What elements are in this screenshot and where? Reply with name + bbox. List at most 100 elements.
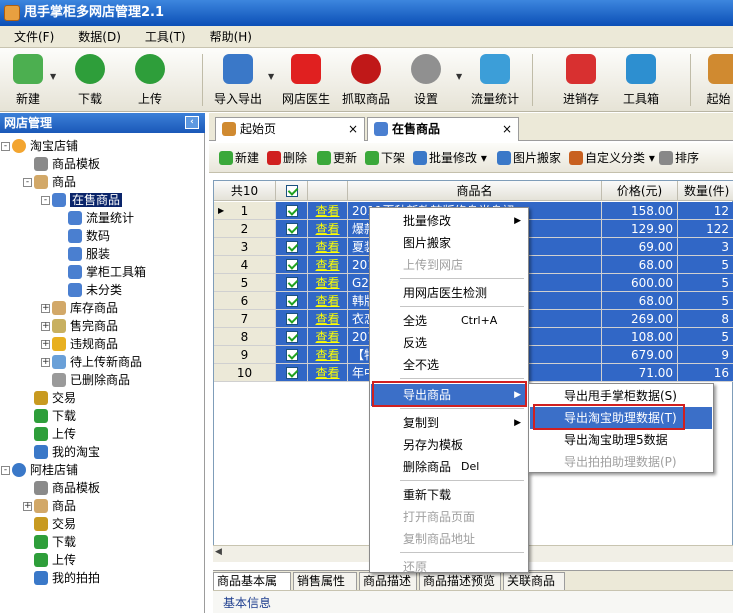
- new-dropdown-icon[interactable]: ▼: [50, 72, 56, 81]
- row-checkbox[interactable]: [285, 241, 298, 253]
- select-all-checkbox[interactable]: [285, 185, 298, 197]
- tab-basic-props[interactable]: 商品基本属性: [213, 572, 291, 605]
- select-all-header[interactable]: [276, 181, 308, 201]
- new-button[interactable]: 新建: [8, 52, 48, 110]
- home-button[interactable]: 起始: [704, 52, 733, 110]
- price-header[interactable]: 价格(元): [602, 181, 678, 201]
- tree-item[interactable]: 交易: [34, 389, 76, 407]
- context-menu-item[interactable]: 复制到 ▶: [371, 412, 527, 434]
- tree-expander[interactable]: +: [41, 340, 50, 349]
- row-checkbox-cell[interactable]: [276, 328, 308, 346]
- shop-doctor-button[interactable]: 网店医生: [280, 52, 332, 110]
- tree-item[interactable]: 未分类: [68, 281, 122, 299]
- tree-item[interactable]: 阿桂店铺: [12, 461, 78, 479]
- row-checkbox[interactable]: [285, 313, 298, 325]
- view-link[interactable]: 查看: [315, 258, 339, 272]
- row-checkbox[interactable]: [285, 259, 298, 271]
- tree-item[interactable]: 商品模板: [34, 479, 100, 497]
- tree-item[interactable]: 商品模板: [34, 155, 100, 173]
- view-link[interactable]: 查看: [315, 276, 339, 290]
- panel-button-4[interactable]: 批量修改 ▾: [413, 150, 487, 166]
- close-icon[interactable]: ×: [348, 118, 358, 140]
- view-link[interactable]: 查看: [315, 294, 339, 308]
- context-menu-item[interactable]: 全不选: [371, 354, 527, 376]
- row-checkbox-cell[interactable]: [276, 364, 308, 382]
- import-export-button[interactable]: 导入导出: [210, 52, 266, 110]
- tree-item[interactable]: 下载: [34, 407, 76, 425]
- export-submenu-item[interactable]: 导出淘宝助理5数据: [530, 429, 712, 451]
- context-menu-item[interactable]: 图片搬家: [371, 232, 527, 254]
- tree-item[interactable]: 掌柜工具箱: [68, 263, 146, 281]
- row-checkbox[interactable]: [285, 205, 298, 217]
- inventory-button[interactable]: 进销存: [560, 52, 602, 110]
- tree-item[interactable]: 上传: [34, 425, 76, 443]
- context-menu-item[interactable]: 用网店医生检测: [371, 282, 527, 304]
- row-checkbox-cell[interactable]: [276, 292, 308, 310]
- menu-help[interactable]: 帮助(H): [200, 26, 262, 48]
- qty-header[interactable]: 数量(件): [678, 181, 733, 201]
- tree-item[interactable]: 交易: [34, 515, 76, 533]
- view-link[interactable]: 查看: [315, 366, 339, 380]
- panel-button-6[interactable]: 自定义分类 ▾: [569, 150, 655, 166]
- view-link[interactable]: 查看: [315, 348, 339, 362]
- row-checkbox-cell[interactable]: [276, 310, 308, 328]
- scroll-left-icon[interactable]: ◀: [215, 547, 222, 557]
- tree-item[interactable]: 库存商品: [52, 299, 118, 317]
- tree-item[interactable]: 我的淘宝: [34, 443, 100, 461]
- tree-expander[interactable]: +: [23, 502, 32, 511]
- panel-button-7[interactable]: 排序: [659, 150, 699, 166]
- panel-button-1[interactable]: 删除: [267, 150, 307, 166]
- view-link[interactable]: 查看: [315, 312, 339, 326]
- panel-button-0[interactable]: 新建: [219, 150, 259, 166]
- row-checkbox-cell[interactable]: [276, 238, 308, 256]
- row-checkbox[interactable]: [285, 295, 298, 307]
- row-checkbox-cell[interactable]: [276, 346, 308, 364]
- row-checkbox-cell[interactable]: [276, 220, 308, 238]
- context-menu-item[interactable]: 反选: [371, 332, 527, 354]
- tree-item[interactable]: 上传: [34, 551, 76, 569]
- row-checkbox[interactable]: [285, 277, 298, 289]
- context-menu-item[interactable]: 重新下载: [371, 484, 527, 506]
- tree-expander[interactable]: +: [41, 304, 50, 313]
- view-link[interactable]: 查看: [315, 222, 339, 236]
- view-link[interactable]: 查看: [315, 240, 339, 254]
- tree-item[interactable]: 违规商品: [52, 335, 118, 353]
- tree-expander[interactable]: -: [1, 142, 10, 151]
- tree-item[interactable]: 已删除商品: [52, 371, 130, 389]
- context-menu-item[interactable]: 删除商品 Del: [371, 456, 527, 478]
- tree-item[interactable]: 下载: [34, 533, 76, 551]
- tree-expander[interactable]: -: [41, 196, 50, 205]
- tab-start-page[interactable]: 起始页 ×: [215, 117, 365, 141]
- row-checkbox[interactable]: [285, 349, 298, 361]
- tree-expander[interactable]: -: [23, 178, 32, 187]
- tab-onsale-goods[interactable]: 在售商品 ×: [367, 117, 519, 141]
- panel-button-2[interactable]: 更新: [317, 150, 357, 166]
- tree-item[interactable]: 待上传新商品: [52, 353, 142, 371]
- tree-item[interactable]: 商品: [34, 497, 76, 515]
- grab-goods-button[interactable]: 抓取商品: [338, 52, 394, 110]
- tree-item[interactable]: 在售商品: [52, 191, 123, 209]
- toolbox-button[interactable]: 工具箱: [620, 52, 662, 110]
- menu-file[interactable]: 文件(F): [4, 26, 64, 48]
- close-icon[interactable]: ×: [502, 118, 512, 140]
- view-link[interactable]: 查看: [315, 204, 339, 218]
- context-menu-item[interactable]: 全选 Ctrl+A: [371, 310, 527, 332]
- row-checkbox[interactable]: [285, 331, 298, 343]
- row-checkbox-cell[interactable]: [276, 256, 308, 274]
- view-link[interactable]: 查看: [315, 330, 339, 344]
- menu-tools[interactable]: 工具(T): [135, 26, 196, 48]
- tab-sale-props[interactable]: 销售属性: [293, 572, 357, 591]
- row-checkbox-cell[interactable]: [276, 274, 308, 292]
- tree-item[interactable]: 服装: [68, 245, 110, 263]
- row-checkbox-cell[interactable]: [276, 202, 308, 220]
- tree-item[interactable]: 商品: [34, 173, 76, 191]
- menu-data[interactable]: 数据(D): [68, 26, 131, 48]
- tree-item[interactable]: 我的拍拍: [34, 569, 100, 587]
- row-checkbox[interactable]: [285, 367, 298, 379]
- download-button[interactable]: 下载: [70, 52, 110, 110]
- tree-expander[interactable]: +: [41, 322, 50, 331]
- tree-item[interactable]: 数码: [68, 227, 110, 245]
- tree-expander[interactable]: -: [1, 466, 10, 475]
- panel-button-3[interactable]: 下架: [365, 150, 405, 166]
- traffic-stats-button[interactable]: 流量统计: [468, 52, 522, 110]
